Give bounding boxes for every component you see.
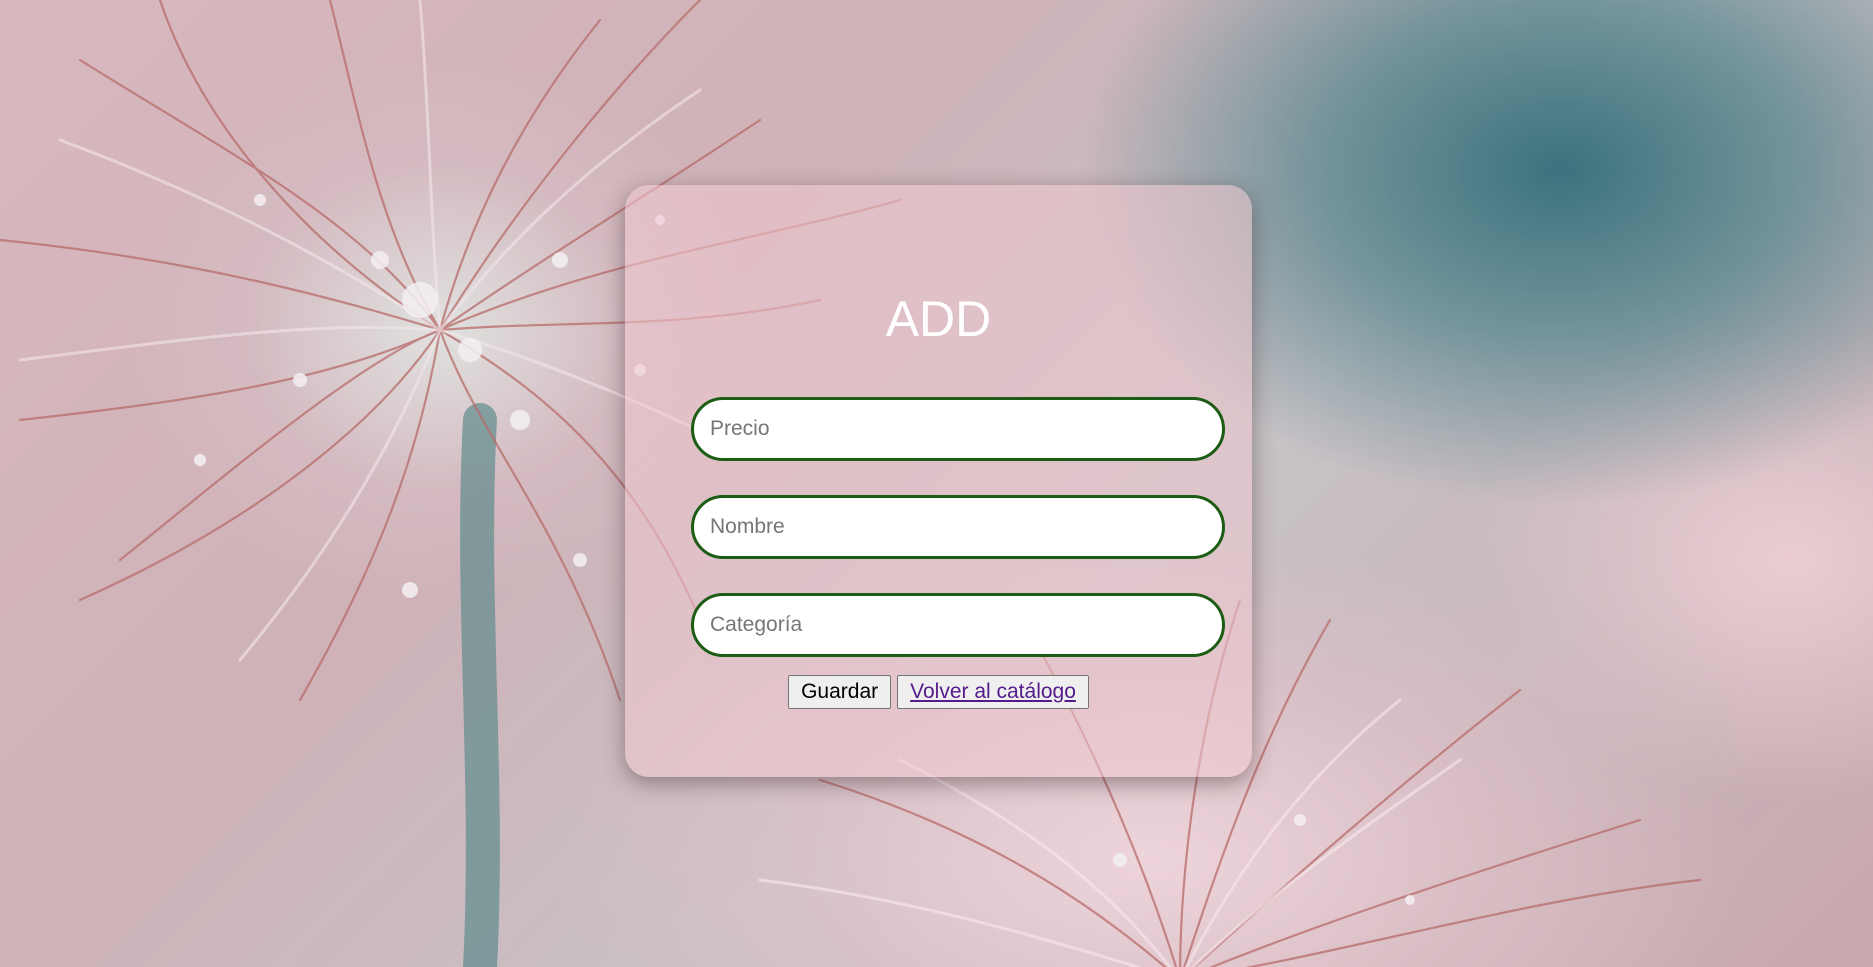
categoria-input[interactable] [691,593,1225,657]
add-form-card: ADD Guardar Volver al catálogo [625,185,1252,777]
precio-input[interactable] [691,397,1225,461]
volver-button[interactable]: Volver al catálogo [897,675,1089,709]
page-title: ADD [885,291,992,347]
volver-al-catalogo-link[interactable]: Volver al catálogo [910,680,1076,703]
guardar-button[interactable]: Guardar [788,675,892,709]
form-actions: Guardar Volver al catálogo [625,675,1252,709]
nombre-input[interactable] [691,495,1225,559]
